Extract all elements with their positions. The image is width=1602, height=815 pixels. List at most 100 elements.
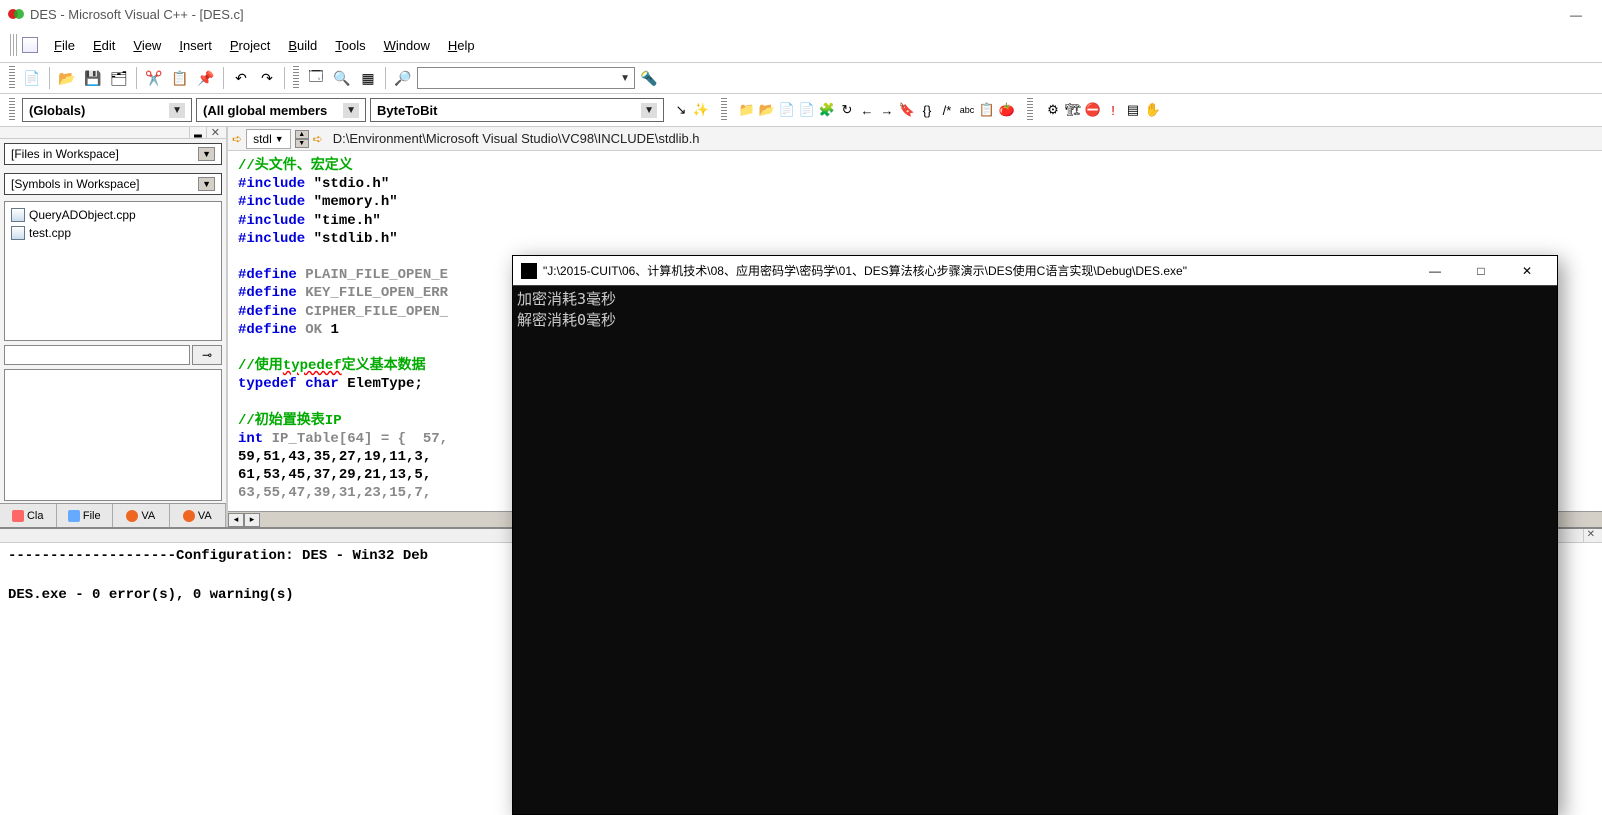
workspace-button[interactable]: 🗔: [304, 66, 328, 90]
symbols-in-workspace-combo[interactable]: [Symbols in Workspace] ▼: [4, 173, 222, 195]
compile-icon[interactable]: ⚙: [1044, 101, 1062, 119]
find-combo[interactable]: ▼: [417, 67, 635, 89]
sidebar-pin-icon[interactable]: ▂: [189, 127, 206, 138]
brace-icon[interactable]: {}: [918, 101, 936, 119]
toolbar-grip[interactable]: [293, 66, 299, 90]
tomato-icon[interactable]: 🍅: [998, 101, 1016, 119]
window-controls: —: [1554, 4, 1598, 26]
breakpoint-icon[interactable]: ✋: [1144, 101, 1162, 119]
extra-icons-1: 📁 📂 📄 📄 🧩 ↻ ← → 🔖 {} /* abc 📋 🍅: [734, 101, 1020, 119]
open-button[interactable]: 📂: [55, 66, 79, 90]
tomato-icon: [183, 510, 195, 522]
arrow-right-icon[interactable]: →: [878, 101, 896, 119]
build-icon[interactable]: 🏗: [1064, 101, 1082, 119]
menu-window[interactable]: Window: [376, 35, 438, 56]
toolbar-grip[interactable]: [721, 98, 727, 122]
scroll-right-button[interactable]: ▸: [244, 513, 260, 527]
nav-arrow-icon[interactable]: ➪: [232, 132, 242, 146]
toolbar-grip[interactable]: [9, 98, 15, 122]
editor-file-tab[interactable]: stdl ▼: [246, 129, 291, 149]
save-all-button[interactable]: 🗂: [107, 66, 131, 90]
sidebar-search-go[interactable]: ⊸: [192, 345, 222, 365]
sidebar-search-input[interactable]: [4, 345, 190, 365]
doc2-icon[interactable]: 📋: [978, 101, 996, 119]
save-button[interactable]: 💾: [81, 66, 105, 90]
sidebar-tab-file[interactable]: File: [57, 504, 114, 527]
menu-insert[interactable]: Insert: [171, 35, 220, 56]
function-combo[interactable]: ByteToBit ▼: [370, 98, 664, 122]
cpp-file-icon: [11, 208, 25, 222]
sidebar-close-button[interactable]: ✕: [206, 126, 224, 139]
separator: [136, 67, 137, 89]
files-in-workspace-combo[interactable]: [Files in Workspace] ▼: [4, 143, 222, 165]
toolbar-grip[interactable]: [1027, 98, 1033, 122]
app-titlebar: DES - Microsoft Visual C++ - [DES.c]: [0, 0, 1602, 28]
console-maximize-button[interactable]: □: [1459, 258, 1503, 284]
copy-button[interactable]: 📋: [168, 66, 192, 90]
file-path: D:\Environment\Microsoft Visual Studio\V…: [327, 131, 1598, 146]
goto-icon[interactable]: ↘: [672, 101, 690, 119]
sidebar-header: ▂ ✕: [0, 127, 226, 139]
console-output[interactable]: 加密消耗3毫秒 解密消耗0毫秒: [513, 286, 1557, 814]
find-in-files-button[interactable]: 🔍: [330, 66, 354, 90]
document-icon[interactable]: [22, 37, 38, 53]
execute-icon[interactable]: !: [1104, 101, 1122, 119]
wand-icon[interactable]: ✨: [692, 101, 710, 119]
menubar: File Edit View Insert Project Build Tool…: [4, 30, 1598, 60]
file-icon[interactable]: 📄: [778, 101, 796, 119]
stop-build-icon[interactable]: ⛔: [1084, 101, 1102, 119]
go-icon[interactable]: ▤: [1124, 101, 1142, 119]
scope-combo[interactable]: (Globals) ▼: [22, 98, 192, 122]
paste-button[interactable]: 📌: [194, 66, 218, 90]
menu-file[interactable]: File: [46, 35, 83, 56]
menu-help[interactable]: Help: [440, 35, 483, 56]
menu-edit[interactable]: Edit: [85, 35, 123, 56]
redo-button[interactable]: ↷: [255, 66, 279, 90]
toggle-icon[interactable]: 🧩: [818, 101, 836, 119]
toolbar-grip[interactable]: [9, 66, 15, 90]
comment-icon[interactable]: /*: [938, 101, 956, 119]
file-name: QueryADObject.cpp: [29, 208, 136, 222]
console-window[interactable]: "J:\2015-CUIT\06、计算机技术\08、应用密码学\密码学\01、D…: [512, 255, 1558, 815]
undo-button[interactable]: ↶: [229, 66, 253, 90]
menu-view[interactable]: View: [125, 35, 169, 56]
tab-spinner: ▲ ▼: [295, 130, 309, 148]
chevron-down-icon: ▼: [198, 147, 215, 161]
file-item[interactable]: QueryADObject.cpp: [9, 206, 217, 224]
bookmark-icon[interactable]: 🔖: [898, 101, 916, 119]
output-window-button[interactable]: ▦: [356, 66, 380, 90]
file-item[interactable]: test.cpp: [9, 224, 217, 242]
tab-down-button[interactable]: ▼: [295, 139, 309, 148]
chevron-down-icon: ▼: [169, 103, 185, 118]
editor-tabbar: ➪ stdl ▼ ▲ ▼ ➪ D:\Environment\Microsoft …: [228, 127, 1602, 151]
menu-tools[interactable]: Tools: [327, 35, 373, 56]
folder-icon[interactable]: 📁: [738, 101, 756, 119]
sidebar-tab-va1[interactable]: VA: [113, 504, 170, 527]
console-titlebar[interactable]: "J:\2015-CUIT\06、计算机技术\08、应用密码学\密码学\01、D…: [513, 256, 1557, 286]
tab-up-button[interactable]: ▲: [295, 130, 309, 139]
arrow-left-icon[interactable]: ←: [858, 101, 876, 119]
chevron-down-icon: ▼: [275, 134, 284, 144]
combo-label: [Symbols in Workspace]: [11, 177, 140, 191]
sidebar-tab-class[interactable]: Cla: [0, 504, 57, 527]
toolbar-grip[interactable]: [10, 34, 18, 56]
menu-project[interactable]: Project: [222, 35, 278, 56]
file-x-icon[interactable]: 📄: [798, 101, 816, 119]
console-minimize-button[interactable]: —: [1413, 258, 1457, 284]
nav-arrow-icon[interactable]: ➪: [313, 132, 323, 146]
refresh-icon[interactable]: ↻: [838, 101, 856, 119]
find-button[interactable]: 🔎: [391, 66, 415, 90]
members-combo[interactable]: (All global members ▼: [196, 98, 366, 122]
rename-icon[interactable]: abc: [958, 101, 976, 119]
scroll-left-button[interactable]: ◂: [228, 513, 244, 527]
sidebar-tab-va2[interactable]: VA: [170, 504, 227, 527]
open-folder-icon[interactable]: 📂: [758, 101, 776, 119]
menu-build[interactable]: Build: [280, 35, 325, 56]
new-file-button[interactable]: 📄: [20, 66, 44, 90]
cut-button[interactable]: ✂️: [142, 66, 166, 90]
output-close-button[interactable]: ✕: [1583, 529, 1598, 542]
chevron-down-icon: ▼: [198, 177, 215, 191]
find-next-button[interactable]: 🔦: [637, 66, 661, 90]
minimize-button[interactable]: —: [1554, 4, 1598, 26]
console-close-button[interactable]: ✕: [1505, 258, 1549, 284]
